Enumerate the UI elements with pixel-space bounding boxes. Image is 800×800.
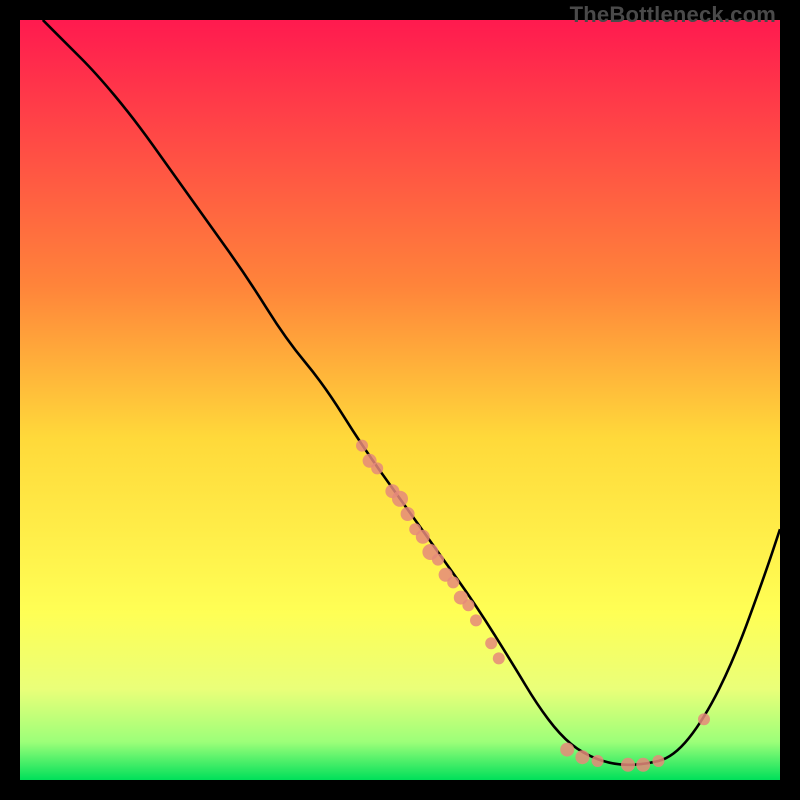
watermark-text: TheBottleneck.com: [570, 2, 776, 28]
data-point: [401, 507, 415, 521]
data-point: [371, 462, 383, 474]
chart-frame: [20, 20, 780, 780]
data-point: [698, 713, 710, 725]
data-point: [432, 554, 444, 566]
data-point: [416, 530, 430, 544]
data-point: [462, 599, 474, 611]
data-point: [636, 758, 650, 772]
data-point: [470, 614, 482, 626]
data-point: [592, 755, 604, 767]
data-point: [621, 758, 635, 772]
data-point: [356, 440, 368, 452]
gradient-background: [20, 20, 780, 780]
data-point: [493, 652, 505, 664]
data-point: [447, 576, 459, 588]
data-point: [392, 491, 408, 507]
data-point: [652, 755, 664, 767]
data-point: [575, 750, 589, 764]
data-point: [485, 637, 497, 649]
chart-svg: [20, 20, 780, 780]
data-point: [560, 743, 574, 757]
